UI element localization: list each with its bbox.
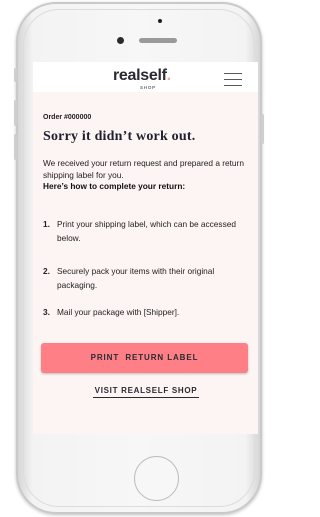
hamburger-menu-icon[interactable] — [224, 72, 242, 86]
logo-dot: . — [166, 67, 171, 84]
step-text: Mail your package with [Shipper]. — [57, 307, 180, 317]
step-number: 2. — [43, 266, 50, 276]
sensor-dot — [158, 19, 162, 23]
print-return-label-button[interactable]: PRINT RETURN LABEL — [41, 343, 248, 373]
volume-up-button — [14, 100, 17, 126]
home-button[interactable] — [134, 456, 179, 501]
step-number: 3. — [43, 307, 50, 317]
volume-down-button — [14, 134, 17, 160]
site-header: realself. SHOP — [33, 62, 258, 92]
earpiece-speaker — [139, 38, 177, 43]
front-camera-icon — [117, 37, 124, 44]
intro-text: We received your return request and prep… — [43, 158, 244, 180]
logo-text: realself — [113, 67, 167, 84]
visit-shop-link[interactable]: VISIT REALSELF SHOP — [93, 386, 199, 398]
logo-subtitle: SHOP — [140, 85, 156, 90]
mute-switch — [14, 68, 17, 82]
realself-logo[interactable]: realself. — [113, 67, 171, 85]
order-number: Order #000000 — [43, 114, 92, 121]
step-number: 1. — [43, 219, 50, 229]
page-title: Sorry it didn’t work out. — [43, 129, 196, 144]
step-text: Print your shipping label, which can be … — [57, 219, 236, 243]
instructions-heading: Here’s how to complete your return: — [43, 181, 186, 191]
step-text: Securely pack your items with their orig… — [57, 266, 215, 290]
power-button — [261, 114, 264, 144]
phone-screen: realself. SHOP Order #000000 Sorry it di… — [33, 62, 258, 434]
